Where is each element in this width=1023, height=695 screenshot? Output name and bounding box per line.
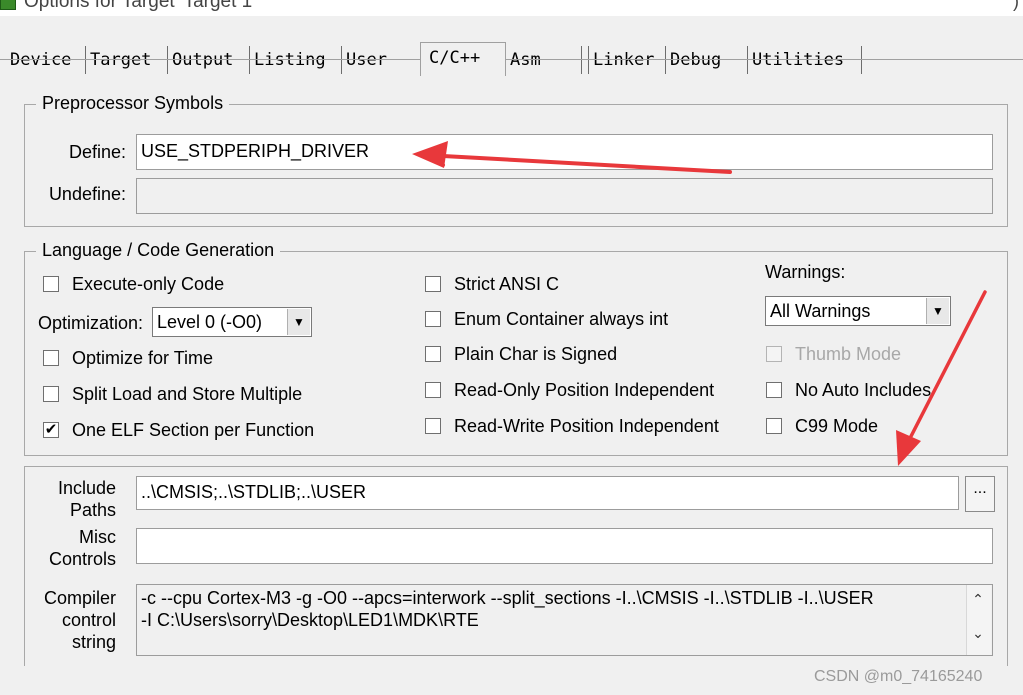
tab-cpp[interactable]: C/C++ [420,42,506,76]
annotation-arrow-define [412,141,732,174]
annotation-arrow-include [896,290,987,466]
annotation-arrows [412,141,987,466]
